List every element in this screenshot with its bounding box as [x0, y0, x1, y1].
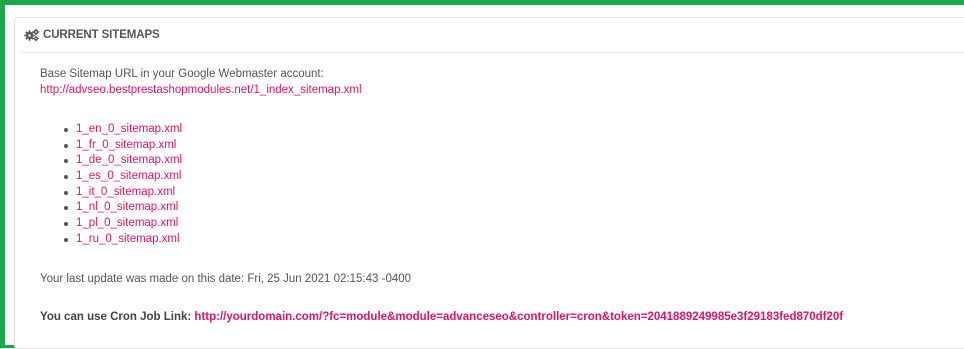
bullet-icon	[64, 237, 68, 242]
sitemap-link-de[interactable]: 1_de_0_sitemap.xml	[76, 154, 182, 166]
sitemap-link-nl[interactable]: 1_nl_0_sitemap.xml	[76, 201, 178, 213]
cron-label: You can use Cron Job Link:	[40, 310, 192, 323]
highlight-frame: CURRENT SITEMAPS Base Sitemap URL in you…	[0, 0, 964, 349]
bullet-icon	[64, 159, 68, 164]
current-sitemaps-panel: CURRENT SITEMAPS Base Sitemap URL in you…	[14, 17, 964, 349]
list-item: 1_en_0_sitemap.xml	[52, 122, 964, 138]
sitemap-link-en[interactable]: 1_en_0_sitemap.xml	[76, 123, 182, 135]
bullet-icon	[64, 143, 68, 148]
list-item: 1_de_0_sitemap.xml	[52, 153, 964, 169]
list-item: 1_nl_0_sitemap.xml	[52, 200, 964, 216]
sitemap-link-ru[interactable]: 1_ru_0_sitemap.xml	[76, 233, 180, 245]
bullet-icon	[64, 222, 68, 227]
bullet-icon	[64, 128, 68, 132]
panel-body: Base Sitemap URL in your Google Webmaste…	[15, 53, 964, 325]
gears-icon	[24, 28, 40, 42]
base-sitemap-label: Base Sitemap URL in your Google Webmaste…	[40, 68, 324, 80]
sitemap-link-pl[interactable]: 1_pl_0_sitemap.xml	[76, 217, 178, 229]
sitemap-link-fr[interactable]: 1_fr_0_sitemap.xml	[76, 139, 176, 151]
list-item: 1_pl_0_sitemap.xml	[52, 216, 964, 232]
base-sitemap-link[interactable]: http://advseo.bestprestashopmodules.net/…	[40, 82, 362, 98]
cron-job-link[interactable]: http://yourdomain.com/?fc=module&module=…	[194, 311, 843, 323]
cron-row: You can use Cron Job Link: http://yourdo…	[40, 309, 964, 325]
bullet-icon	[64, 206, 68, 211]
bullet-icon	[64, 190, 68, 195]
list-item: 1_fr_0_sitemap.xml	[52, 138, 964, 154]
sitemap-link-it[interactable]: 1_it_0_sitemap.xml	[76, 186, 175, 198]
list-item: 1_ru_0_sitemap.xml	[52, 232, 964, 248]
panel-heading: CURRENT SITEMAPS	[21, 18, 964, 53]
list-item: 1_es_0_sitemap.xml	[52, 169, 964, 185]
last-update-text: Your last update was made on this date: …	[40, 272, 412, 285]
bullet-icon	[64, 175, 68, 180]
panel-title: CURRENT SITEMAPS	[43, 29, 160, 41]
sitemap-list: 1_en_0_sitemap.xml 1_fr_0_sitemap.xml 1_…	[40, 122, 964, 248]
sitemap-link-es[interactable]: 1_es_0_sitemap.xml	[76, 170, 181, 182]
list-item: 1_it_0_sitemap.xml	[52, 185, 964, 201]
